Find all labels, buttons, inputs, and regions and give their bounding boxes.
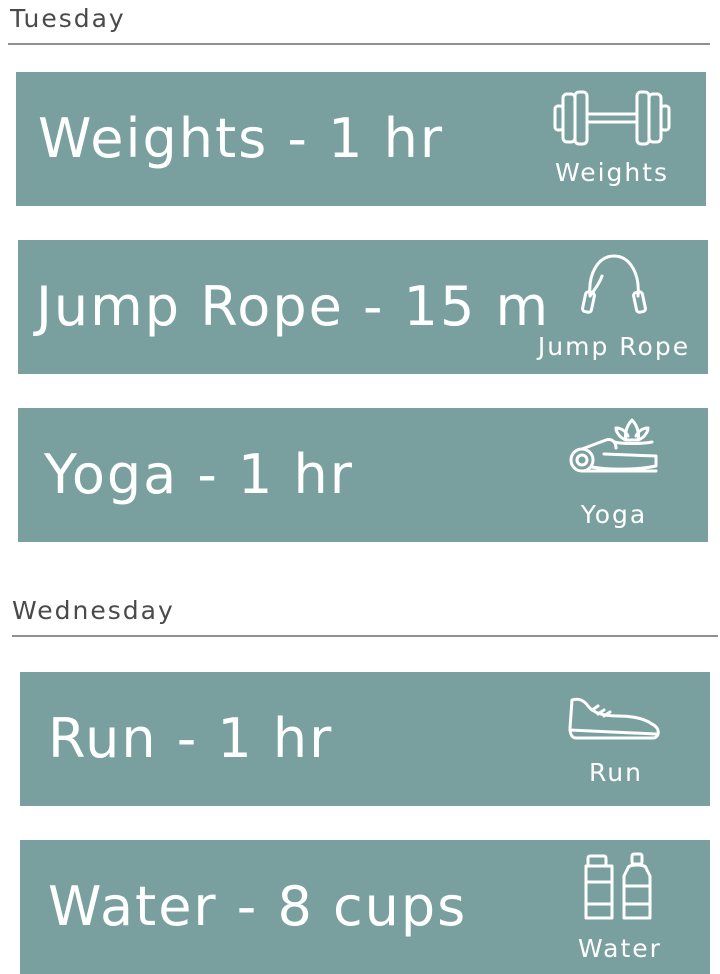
workout-schedule: Tuesday Weights - 1 hr Weights Jump Rope… bbox=[0, 0, 720, 974]
day-header-tuesday: Tuesday bbox=[10, 4, 126, 33]
activity-card-yoga[interactable]: Yoga - 1 hr Yoga bbox=[18, 408, 708, 542]
activity-title: Weights - 1 hr bbox=[38, 107, 445, 170]
activity-icon-label: Water bbox=[578, 934, 662, 963]
activity-title: Run - 1 hr bbox=[48, 707, 334, 770]
activity-card-weights[interactable]: Weights - 1 hr Weights bbox=[16, 72, 706, 206]
water-bottles-icon bbox=[584, 852, 652, 920]
activity-title: Jump Rope - 15 m bbox=[36, 275, 551, 338]
yoga-mat-lotus-icon bbox=[569, 418, 658, 473]
activity-card-run[interactable]: Run - 1 hr Run bbox=[20, 672, 710, 806]
dumbbell-icon bbox=[553, 90, 671, 146]
day-divider bbox=[8, 43, 710, 45]
activity-icon-label: Weights bbox=[554, 158, 670, 187]
activity-icon-label: Jump Rope bbox=[537, 332, 691, 361]
sneaker-icon bbox=[568, 697, 660, 740]
activity-card-water[interactable]: Water - 8 cups Water bbox=[20, 840, 710, 974]
activity-title: Yoga - 1 hr bbox=[44, 443, 354, 506]
activity-icon-label: Yoga bbox=[580, 500, 648, 529]
day-divider bbox=[12, 635, 718, 637]
day-header-wednesday: Wednesday bbox=[12, 596, 175, 625]
jump-rope-icon bbox=[581, 254, 647, 314]
activity-icon-label: Run bbox=[589, 758, 643, 787]
activity-card-jump-rope[interactable]: Jump Rope - 15 m Jump Rope bbox=[18, 240, 708, 374]
activity-title: Water - 8 cups bbox=[48, 875, 468, 938]
